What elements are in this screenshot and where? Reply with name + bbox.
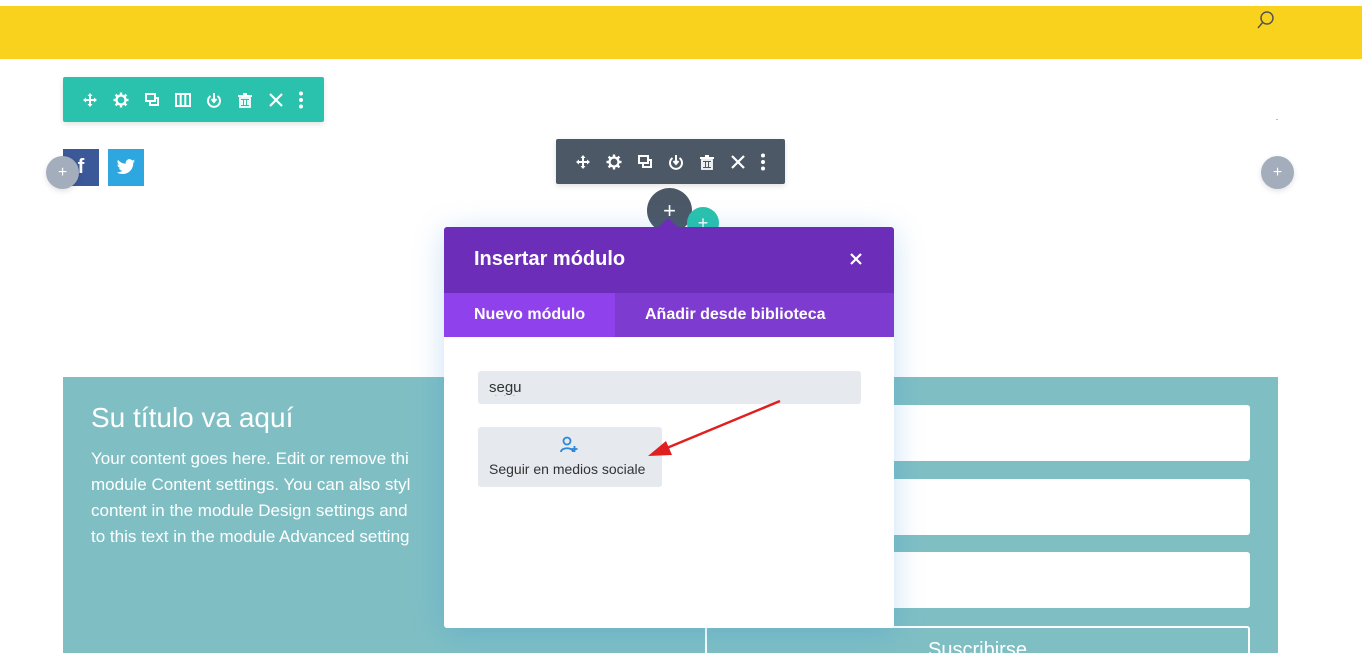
columns-icon[interactable]: [167, 77, 198, 122]
header-bar: [0, 6, 1362, 59]
more-icon[interactable]: [753, 139, 773, 184]
move-icon[interactable]: [567, 139, 598, 184]
row-toolbar: [63, 77, 324, 122]
close-icon[interactable]: [722, 139, 753, 184]
delete-icon[interactable]: [691, 139, 722, 184]
modal-title: Insertar módulo: [474, 248, 626, 270]
tab-new-module[interactable]: Nuevo módulo: [444, 293, 615, 337]
section-title: Su título va aquí: [91, 402, 294, 433]
duplicate-icon[interactable]: [629, 139, 660, 184]
module-toolbar: [556, 139, 785, 184]
modal-header: Insertar módulo: [444, 227, 894, 293]
add-column-right-button[interactable]: +: [1261, 156, 1294, 189]
module-tile-social-follow[interactable]: Seguir en medios sociale: [478, 427, 662, 487]
close-icon[interactable]: [846, 249, 866, 269]
settings-icon[interactable]: [105, 77, 136, 122]
search-icon[interactable]: [1256, 10, 1276, 30]
section-body: Your content goes here. Edit or remove t…: [91, 449, 411, 546]
divider-dot: [1276, 119, 1278, 120]
page: f + + Su título va aquí Your content goe…: [0, 0, 1362, 653]
save-icon[interactable]: [198, 77, 229, 122]
twitter-icon[interactable]: [108, 149, 144, 186]
tab-add-from-library[interactable]: Añadir desde biblioteca: [615, 293, 854, 337]
user-add-icon: [560, 436, 578, 458]
module-tile-label: Seguir en medios sociale: [489, 461, 646, 477]
modal-tabs: Nuevo módulo Añadir desde biblioteca: [444, 293, 894, 337]
duplicate-icon[interactable]: [136, 77, 167, 122]
close-icon[interactable]: [260, 77, 291, 122]
annotation-arrow-icon: [648, 399, 781, 456]
move-icon[interactable]: [74, 77, 105, 122]
settings-icon[interactable]: [598, 139, 629, 184]
save-icon[interactable]: [660, 139, 691, 184]
add-column-left-button[interactable]: +: [46, 156, 79, 189]
subscribe-button[interactable]: Suscribirse: [705, 626, 1250, 653]
delete-icon[interactable]: [229, 77, 260, 122]
more-icon[interactable]: [291, 77, 311, 122]
